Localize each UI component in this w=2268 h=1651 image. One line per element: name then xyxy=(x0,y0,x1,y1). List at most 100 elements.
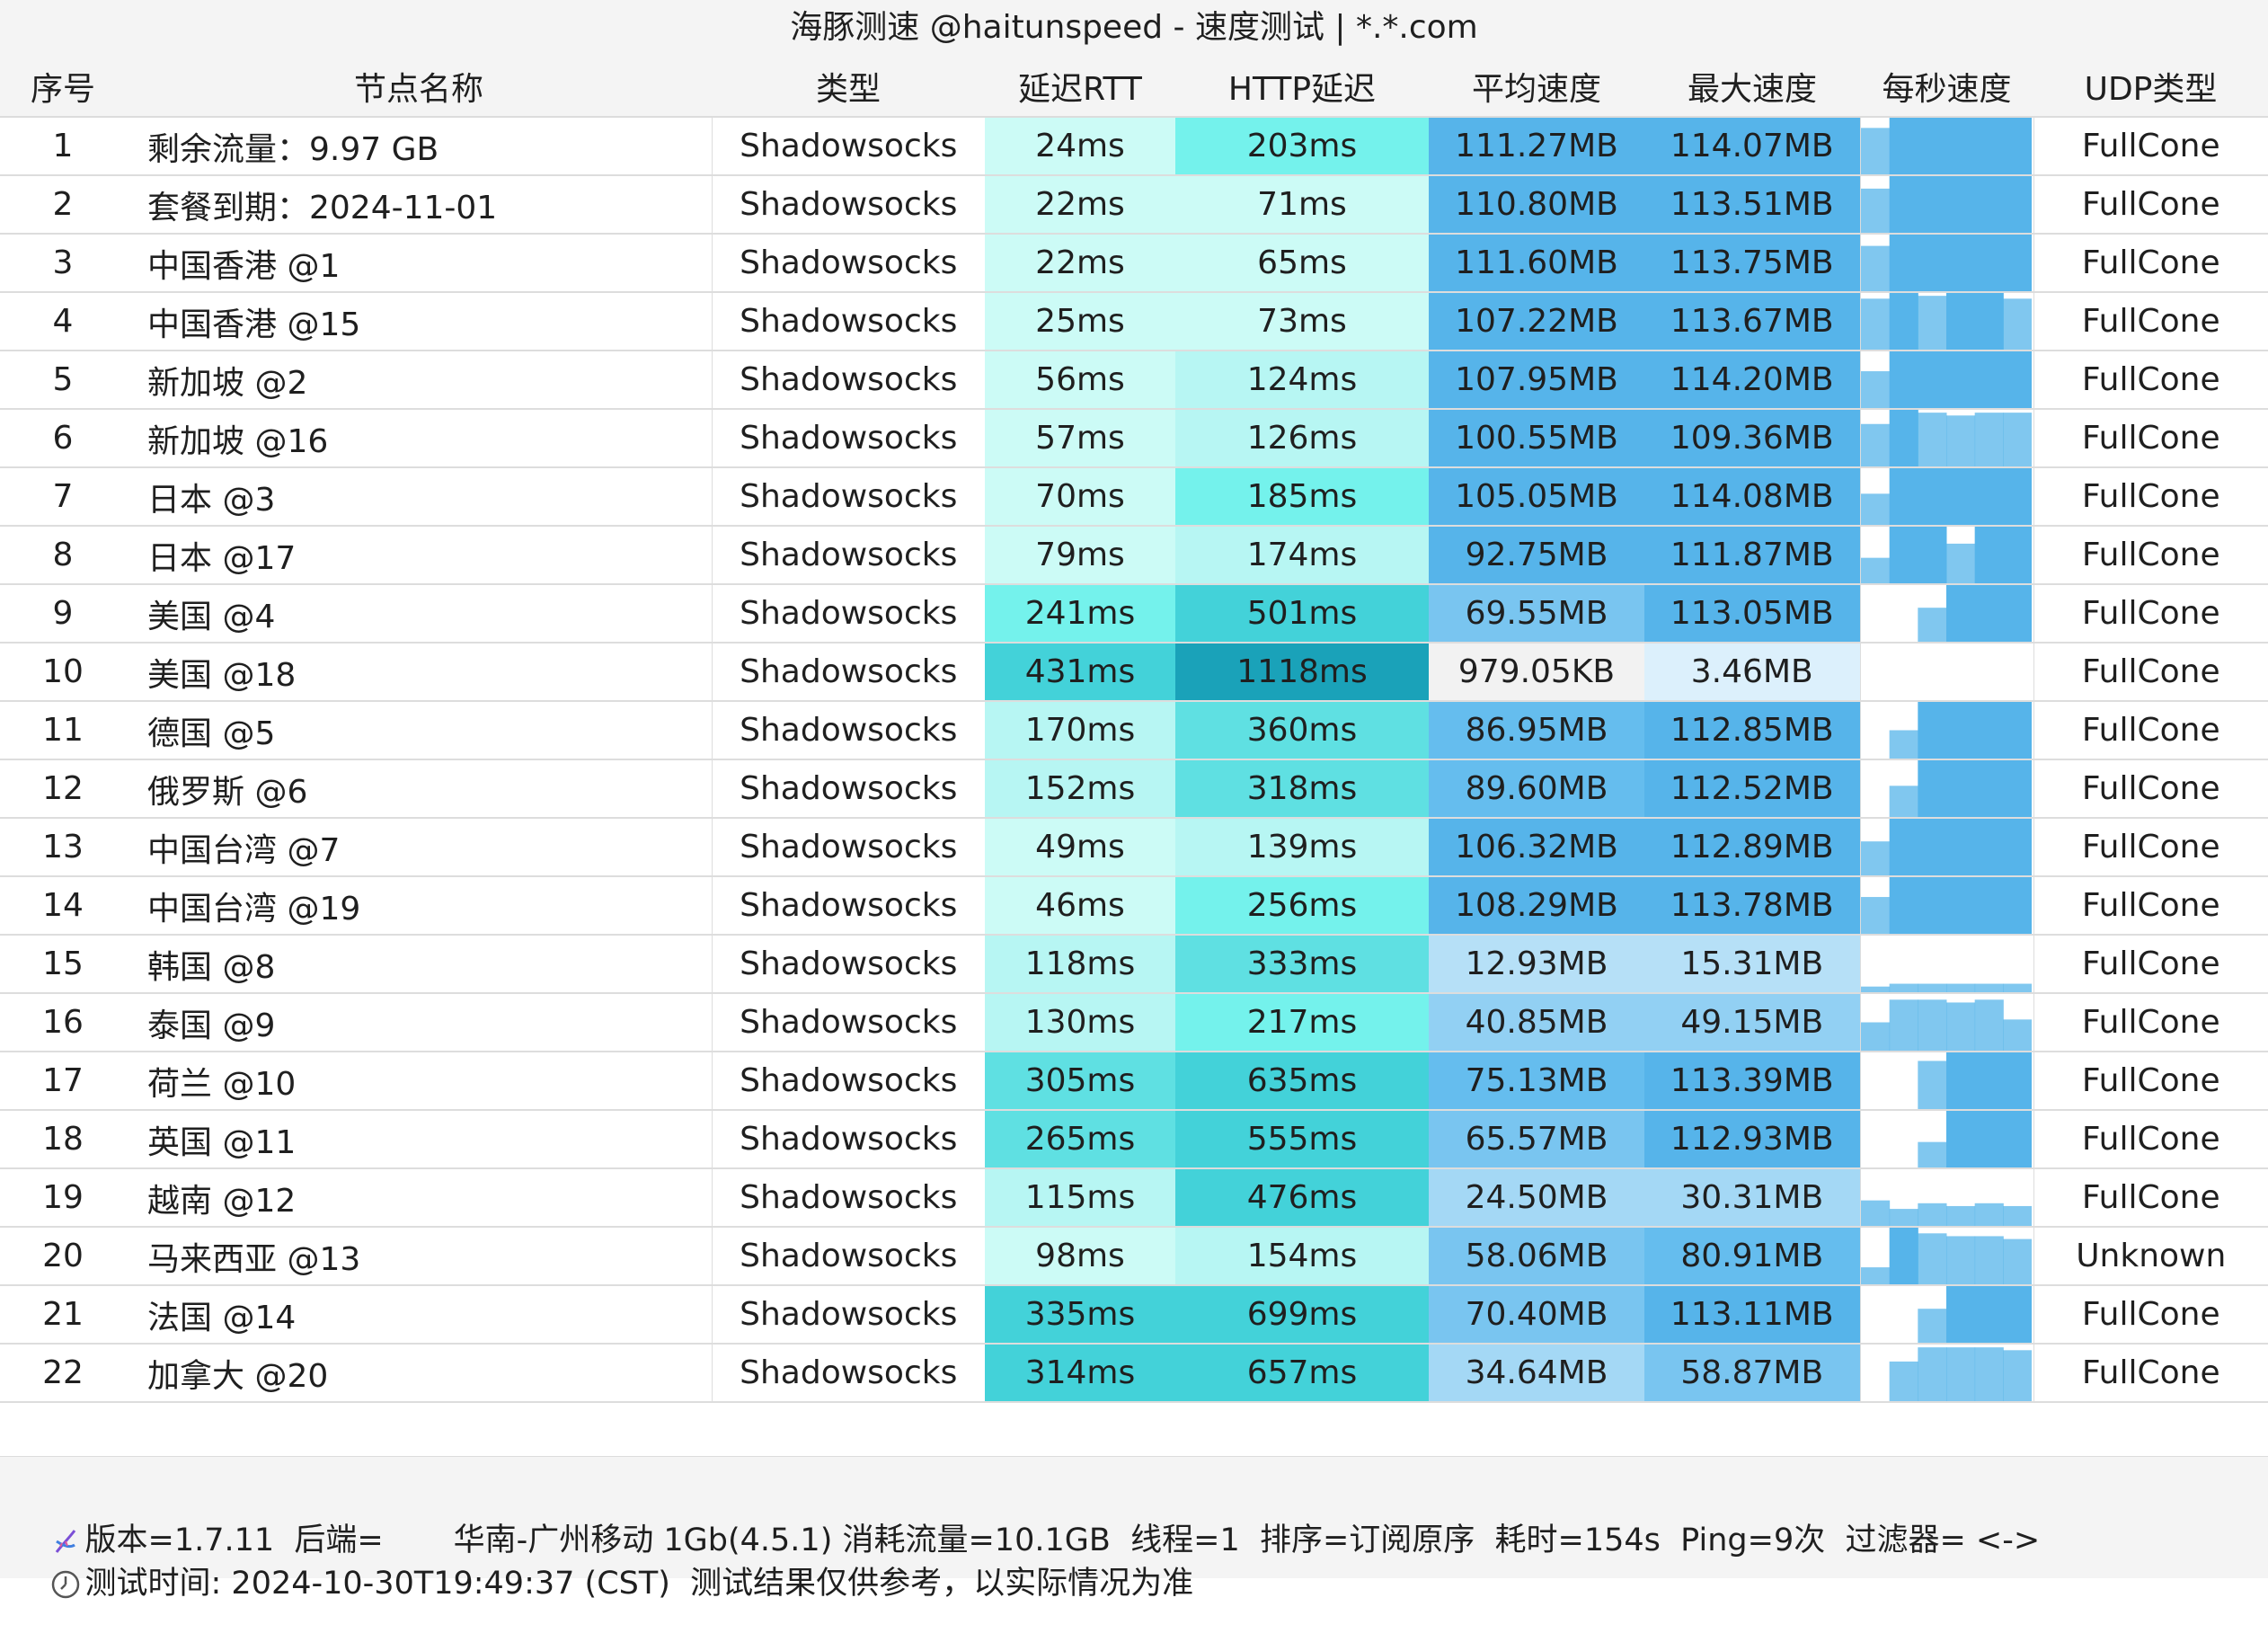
per-second-speed-sparkline xyxy=(1859,1168,2034,1228)
max-speed-cell: 114.07MB xyxy=(1644,117,1860,176)
avg-speed-cell: 107.22MB xyxy=(1429,292,1644,351)
index-cell: 20 xyxy=(0,1227,126,1286)
sparkline-bar xyxy=(1974,527,2004,582)
node-name-cell: 美国 @4 xyxy=(126,584,713,644)
sparkline-bar xyxy=(1945,819,1975,874)
col-header-index[interactable]: 序号 xyxy=(0,56,126,118)
sparkline-bar xyxy=(1945,1205,1975,1225)
index-cell: 13 xyxy=(0,818,126,877)
sparkline-bar xyxy=(2002,1019,2032,1050)
table-row[interactable]: 13 中国台湾 @7 Shadowsocks 49ms 139ms 106.32MB 112… xyxy=(0,818,2268,877)
col-header-rtt[interactable]: 延迟RTT xyxy=(985,56,1175,118)
type-cell: Shadowsocks xyxy=(712,351,985,410)
max-speed-cell: 112.85MB xyxy=(1644,701,1860,760)
sparkline-bar xyxy=(1917,468,1946,524)
col-header-max-speed[interactable]: 最大速度 xyxy=(1644,56,1860,118)
col-header-udp-type[interactable]: UDP类型 xyxy=(2033,56,2268,118)
type-cell: Shadowsocks xyxy=(712,1110,985,1169)
node-name-cell: 俄罗斯 @6 xyxy=(126,759,713,819)
avg-speed-cell: 65.57MB xyxy=(1429,1110,1644,1169)
rtt-cell: 115ms xyxy=(985,1168,1175,1228)
table-row[interactable]: 20 马来西亚 @13 Shadowsocks 98ms 154ms 58.06MB 80.… xyxy=(0,1227,2268,1286)
sparkline-bar xyxy=(1974,351,2004,407)
node-name-cell: 荷兰 @10 xyxy=(126,1052,713,1111)
type-cell: Shadowsocks xyxy=(712,234,985,293)
table-row[interactable]: 4 中国香港 @15 Shadowsocks 25ms 73ms 107.22MB 113.… xyxy=(0,292,2268,351)
type-cell: Shadowsocks xyxy=(712,1168,985,1228)
sparkline-bar xyxy=(1974,983,2004,991)
table-row[interactable]: 14 中国台湾 @19 Shadowsocks 46ms 256ms 108.29MB 11… xyxy=(0,876,2268,936)
http-latency-cell: 635ms xyxy=(1175,1052,1429,1111)
table-row[interactable]: 8 日本 @17 Shadowsocks 79ms 174ms 92.75MB 111.87… xyxy=(0,526,2268,585)
col-header-http-latency[interactable]: HTTP延迟 xyxy=(1175,56,1429,118)
col-header-node-name[interactable]: 节点名称 xyxy=(126,56,712,118)
udp-type-cell: FullCone xyxy=(2033,409,2268,468)
per-second-speed-sparkline xyxy=(1859,1227,2034,1286)
footer-time-text: 测试时间: 2024-10-30T19:49:37 (CST) 测试结果仅供参考… xyxy=(84,1566,1194,1602)
page-title: 海豚测速 @haitunspeed - 速度测试 | *.*.com xyxy=(0,0,2268,57)
sparkline-bar xyxy=(1917,413,1946,466)
table-row[interactable]: 11 德国 @5 Shadowsocks 170ms 360ms 86.95MB 112.8… xyxy=(0,701,2268,760)
per-second-speed-sparkline xyxy=(1859,234,2034,293)
table-row[interactable]: 18 英国 @11 Shadowsocks 265ms 555ms 65.57MB 112.… xyxy=(0,1110,2268,1169)
sparkline-bar xyxy=(2002,468,2032,524)
sparkline-chart xyxy=(1917,1052,2032,1108)
table-row[interactable]: 7 日本 @3 Shadowsocks 70ms 185ms 105.05MB 114.08… xyxy=(0,467,2268,527)
http-latency-cell: 256ms xyxy=(1175,876,1429,936)
table-row[interactable]: 12 俄罗斯 @6 Shadowsocks 152ms 318ms 89.60MB 112.… xyxy=(0,759,2268,819)
sparkline-bar xyxy=(1917,1141,1946,1167)
avg-speed-cell: 34.64MB xyxy=(1429,1344,1644,1403)
col-header-per-second-speed[interactable]: 每秒速度 xyxy=(1860,56,2033,118)
sparkline-bar xyxy=(1889,877,1918,933)
sparkline-chart xyxy=(1917,1286,2032,1342)
table-row[interactable]: 22 加拿大 @20 Shadowsocks 314ms 657ms 34.64MB 58.… xyxy=(0,1344,2268,1403)
node-name-cell: 韩国 @8 xyxy=(126,935,713,994)
avg-speed-cell: 58.06MB xyxy=(1429,1227,1644,1286)
per-second-speed-sparkline xyxy=(1859,584,2034,644)
table-row[interactable]: 10 美国 @18 Shadowsocks 431ms 1118ms 979.05KB 3.… xyxy=(0,643,2268,702)
avg-speed-cell: 105.05MB xyxy=(1429,467,1644,527)
index-cell: 19 xyxy=(0,1168,126,1228)
sparkline-bar xyxy=(1889,527,1918,582)
sparkline-bar xyxy=(1917,1347,1946,1400)
type-cell: Shadowsocks xyxy=(712,1344,985,1403)
udp-type-cell: FullCone xyxy=(2033,701,2268,760)
http-latency-cell: 174ms xyxy=(1175,526,1429,585)
table-row[interactable]: 9 美国 @4 Shadowsocks 241ms 501ms 69.55MB 113.05… xyxy=(0,584,2268,644)
sparkline-bar xyxy=(1917,351,1946,407)
status-footer: 版本=1.7.11 后端= 华南-广州移动 1Gb(4.5.1) 消耗流量=10… xyxy=(0,1456,2268,1602)
sparkline-bar xyxy=(1945,1236,1975,1283)
max-speed-cell: 112.89MB xyxy=(1644,818,1860,877)
sparkline-bar xyxy=(1917,702,1946,758)
table-row[interactable]: 1 剩余流量：9.97 GB Shadowsocks 24ms 203ms 111.27M… xyxy=(0,117,2268,176)
per-second-speed-sparkline xyxy=(1859,935,2034,994)
type-cell: Shadowsocks xyxy=(712,701,985,760)
sparkline-bar xyxy=(2002,118,2032,173)
sparkline-bar xyxy=(1974,413,2004,466)
table-row[interactable]: 15 韩国 @8 Shadowsocks 118ms 333ms 12.93MB 15.31… xyxy=(0,935,2268,994)
table-row[interactable]: 16 泰国 @9 Shadowsocks 130ms 217ms 40.85MB 49.15… xyxy=(0,993,2268,1052)
table-row[interactable]: 17 荷兰 @10 Shadowsocks 305ms 635ms 75.13MB 113.… xyxy=(0,1052,2268,1111)
table-row[interactable]: 5 新加坡 @2 Shadowsocks 56ms 124ms 107.95MB 114.2… xyxy=(0,351,2268,410)
per-second-speed-sparkline xyxy=(1859,292,2034,351)
table-row[interactable]: 21 法国 @14 Shadowsocks 335ms 699ms 70.40MB 113.… xyxy=(0,1285,2268,1345)
max-speed-cell: 112.52MB xyxy=(1644,759,1860,819)
udp-type-cell: FullCone xyxy=(2033,526,2268,585)
table-row[interactable]: 6 新加坡 @16 Shadowsocks 57ms 126ms 100.55MB 109.… xyxy=(0,409,2268,468)
col-header-type[interactable]: 类型 xyxy=(712,56,985,118)
rtt-cell: 24ms xyxy=(985,117,1175,176)
avg-speed-cell: 100.55MB xyxy=(1429,409,1644,468)
node-name-cell: 套餐到期：2024-11-01 xyxy=(126,175,713,235)
sparkline-bar xyxy=(1945,760,1975,816)
table-row[interactable]: 2 套餐到期：2024-11-01 Shadowsocks 22ms 71ms 110.8… xyxy=(0,175,2268,235)
avg-speed-cell: 107.95MB xyxy=(1429,351,1644,410)
type-cell: Shadowsocks xyxy=(712,584,985,644)
table-row[interactable]: 3 中国香港 @1 Shadowsocks 22ms 65ms 111.60MB 113.7… xyxy=(0,234,2268,293)
col-header-avg-speed[interactable]: 平均速度 xyxy=(1429,56,1644,118)
rtt-cell: 56ms xyxy=(985,351,1175,410)
max-speed-cell: 80.91MB xyxy=(1644,1227,1860,1286)
sparkline-bar xyxy=(2002,1111,2032,1167)
table-row[interactable]: 19 越南 @12 Shadowsocks 115ms 476ms 24.50MB 30.3… xyxy=(0,1168,2268,1228)
sparkline-bar xyxy=(1974,999,2004,1050)
sparkline-bar xyxy=(1974,1347,2004,1400)
